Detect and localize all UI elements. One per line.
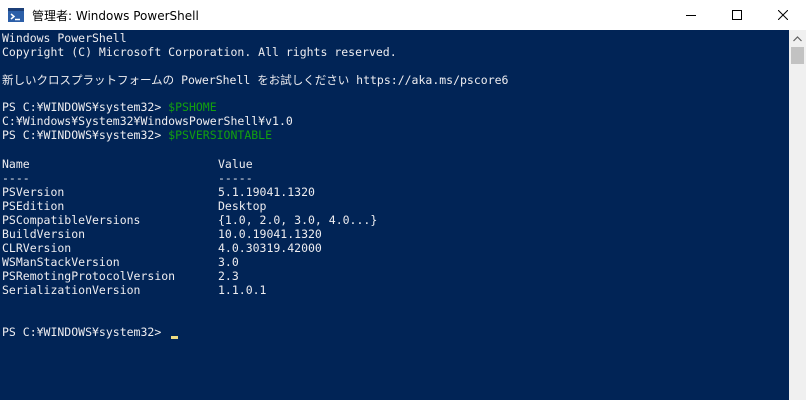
table-row-value: Desktop	[218, 199, 267, 213]
prompt: PS C:¥WINDOWS¥system32>	[2, 100, 169, 114]
vertical-scrollbar[interactable]	[789, 30, 806, 400]
prompt-line-3: PS C:¥WINDOWS¥system32>	[2, 325, 168, 339]
scroll-up-button[interactable]	[789, 30, 806, 47]
prompt: PS C:¥WINDOWS¥system32>	[2, 325, 169, 339]
command-text: $PSVERSIONTABLE	[168, 128, 273, 142]
table-row-value: 2.3	[218, 269, 239, 283]
prompt: PS C:¥WINDOWS¥system32>	[2, 128, 169, 142]
close-button[interactable]	[760, 0, 806, 30]
prompt-line-1: PS C:¥WINDOWS¥system32> $PSHOME	[2, 100, 217, 114]
banner-line: Windows PowerShell	[2, 31, 127, 45]
console-output[interactable]: Windows PowerShell Copyright (C) Microso…	[0, 30, 789, 400]
minimize-icon	[686, 15, 696, 16]
table-row-name: BuildVersion	[2, 227, 86, 241]
maximize-icon	[732, 10, 742, 20]
table-row-name: PSRemotingProtocolVersion	[2, 269, 176, 283]
prompt-line-2: PS C:¥WINDOWS¥system32> $PSVERSIONTABLE	[2, 128, 272, 142]
table-row-name: PSEdition	[2, 199, 65, 213]
table-row-value: 4.0.30319.42000	[218, 241, 322, 255]
output-line: C:¥Windows¥System32¥WindowsPowerShell¥v1…	[2, 114, 293, 128]
table-separator-value: -----	[218, 171, 253, 185]
title-bar[interactable]: 管理者: Windows PowerShell	[0, 0, 806, 30]
table-row-value: 1.1.0.1	[218, 283, 267, 297]
chevron-up-icon	[793, 35, 802, 41]
copyright-line: Copyright (C) Microsoft Corporation. All…	[2, 45, 397, 59]
table-row-name: PSCompatibleVersions	[2, 213, 141, 227]
table-header-value: Value	[218, 157, 253, 171]
table-separator-name: ----	[2, 171, 30, 185]
table-header-name: Name	[2, 157, 30, 171]
table-row-value: 10.0.19041.1320	[218, 227, 322, 241]
table-row-name: CLRVersion	[2, 241, 72, 255]
maximize-button[interactable]	[714, 0, 760, 30]
table-row-name: PSVersion	[2, 185, 65, 199]
caption-buttons	[668, 0, 806, 30]
powershell-icon[interactable]	[8, 7, 24, 23]
table-row-name: SerializationVersion	[2, 283, 141, 297]
close-icon	[778, 10, 788, 20]
table-row-value: 3.0	[218, 255, 239, 269]
table-row-value: 5.1.19041.1320	[218, 185, 315, 199]
minimize-button[interactable]	[668, 0, 714, 30]
command-text: $PSHOME	[168, 100, 217, 114]
pscore-message-line: 新しいクロスプラットフォームの PowerShell をお試しください http…	[2, 73, 509, 87]
text-cursor	[171, 336, 178, 339]
powershell-window: 管理者: Windows PowerShell Windows PowerShe…	[0, 0, 806, 400]
table-row-name: WSManStackVersion	[2, 255, 120, 269]
scroll-thumb[interactable]	[791, 47, 804, 64]
table-row-value: {1.0, 2.0, 3.0, 4.0...}	[218, 213, 378, 227]
window-title: 管理者: Windows PowerShell	[32, 8, 199, 23]
